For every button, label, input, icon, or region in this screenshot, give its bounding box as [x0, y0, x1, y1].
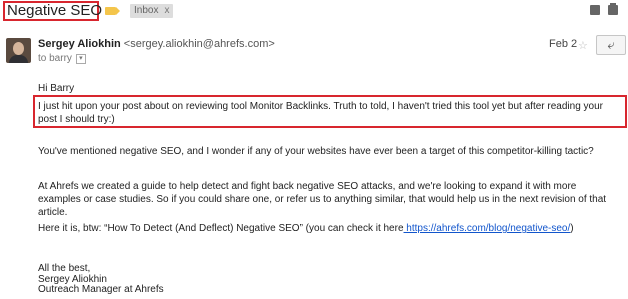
recipient-text: to barry: [38, 53, 72, 64]
article-link[interactable]: https://ahrefs.com/blog/negative-seo/: [404, 223, 570, 234]
header-actions: [590, 3, 618, 15]
signature: All the best, Sergey Aliokhin Outreach M…: [38, 263, 618, 296]
signoff: All the best,: [38, 263, 91, 274]
sender-name[interactable]: Sergey Aliokhin: [38, 38, 121, 50]
reply-arrow-icon: ⤶: [607, 37, 615, 52]
paragraph-guide: At Ahrefs we created a guide to help det…: [38, 181, 607, 218]
paragraph-link-text: Here it is, btw: “How To Detect (And Def…: [38, 223, 404, 234]
inbox-label-chip[interactable]: Inbox x: [130, 4, 174, 18]
sender-line: Sergey Aliokhin <sergey.aliokhin@ahrefs.…: [38, 38, 275, 50]
remove-label-icon[interactable]: x: [164, 4, 169, 18]
reply-button[interactable]: ⤶: [596, 35, 626, 55]
signature-title: Outreach Manager at Ahrefs: [38, 284, 164, 295]
paragraph-negative-seo: You've mentioned negative SEO, and I won…: [38, 146, 594, 157]
new-window-icon[interactable]: [590, 5, 600, 15]
paragraph-link: Here it is, btw: “How To Detect (And Def…: [38, 222, 618, 235]
intro-paragraph: I just hit upon your post about on revie…: [38, 101, 603, 125]
avatar: [6, 38, 31, 63]
print-icon[interactable]: [608, 3, 618, 15]
paragraph-link-end: ): [570, 223, 574, 234]
inbox-label-text: Inbox: [134, 5, 159, 16]
star-icon[interactable]: ☆: [578, 39, 588, 52]
chevron-down-icon[interactable]: ▾: [75, 53, 86, 64]
greeting: Hi Barry: [38, 83, 75, 94]
label-tag-icon[interactable]: [105, 7, 120, 15]
sender-email: <sergey.aliokhin@ahrefs.com>: [123, 38, 275, 50]
message-date: Feb 2: [549, 38, 578, 50]
email-subject: Negative SEO: [7, 2, 103, 19]
recipient-line: to barry ▾: [38, 53, 86, 64]
